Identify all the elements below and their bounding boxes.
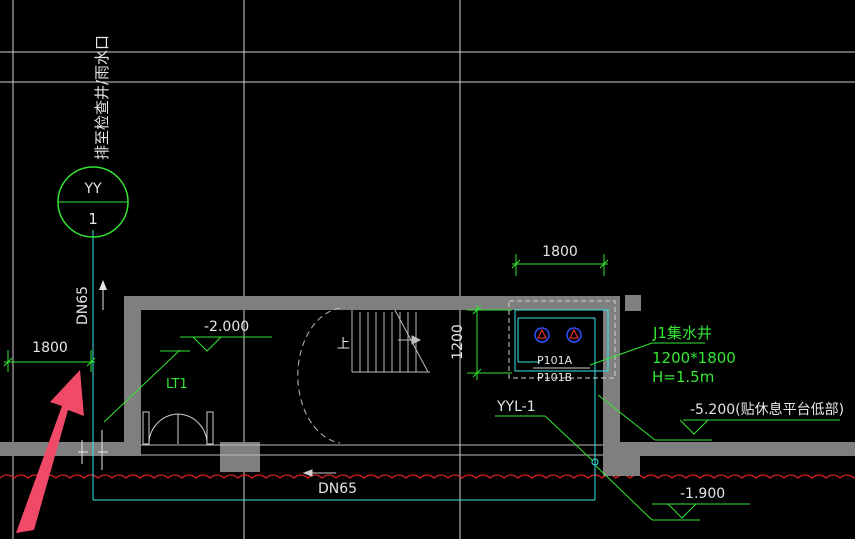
cad-drawing-canvas: 上 LT1 YY 1 排至检查井/雨水口 DN65 DN65 1800 1800… — [0, 0, 855, 539]
pump-b-label: P101B — [537, 371, 572, 384]
drawing-background — [0, 0, 855, 539]
stair-lt1-label: LT1 — [166, 377, 188, 392]
elevation-pit-text: -5.200(贴休息平台低部) — [690, 401, 844, 418]
wall-left — [124, 296, 141, 456]
ground-right — [620, 442, 855, 456]
pit-size: 1200*1800 — [652, 349, 736, 367]
wall-top-stub — [625, 295, 641, 311]
riser-tag-top: YY — [83, 181, 102, 197]
wall-right — [603, 296, 620, 456]
wall-top — [124, 296, 620, 310]
dim-left-text: 1800 — [32, 340, 68, 356]
ground-left — [0, 442, 124, 456]
elevation-outside-text: -1.900 — [680, 486, 725, 502]
pipe-size-vertical: DN65 — [75, 286, 91, 325]
pump-a-label: P101A — [537, 354, 573, 367]
wall-pillar-bottom — [220, 442, 260, 472]
pit-label: J1集水井 — [652, 324, 712, 342]
riser-tag-bottom: 1 — [88, 210, 98, 228]
wall-right-foot — [603, 456, 640, 476]
dim-top-text: 1800 — [542, 244, 578, 260]
riser-note: 排至检查井/雨水口 — [93, 35, 111, 160]
riser-yyl1-label: YYL-1 — [496, 399, 536, 415]
stair-up-label: 上 — [337, 337, 350, 352]
dim-vertical-text: 1200 — [450, 324, 466, 360]
elevation-room-text: -2.000 — [204, 319, 249, 335]
pipe-size-horizontal: DN65 — [318, 481, 357, 497]
pit-depth: H=1.5m — [652, 368, 714, 386]
